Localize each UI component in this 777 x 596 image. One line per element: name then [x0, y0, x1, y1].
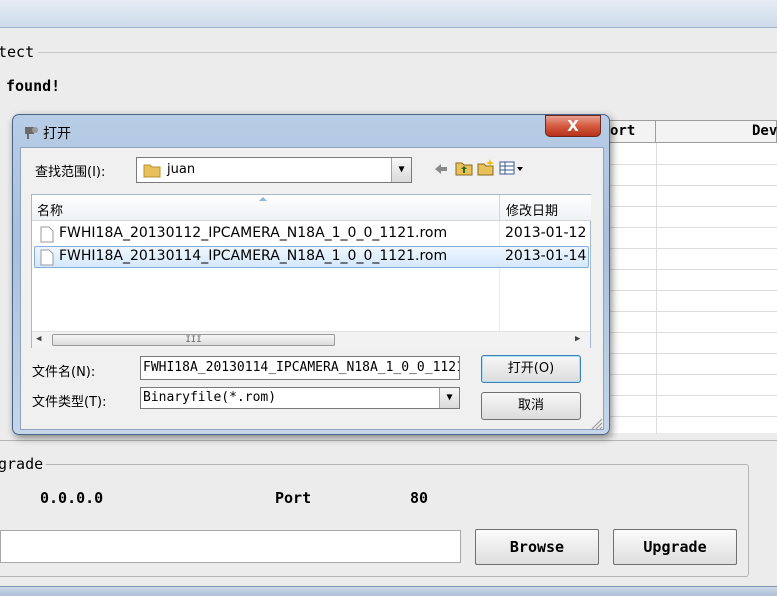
close-button[interactable]: X: [545, 115, 601, 137]
grid-line: [598, 332, 777, 333]
grid-line: [598, 185, 777, 186]
look-in-label: 查找范围(I):: [35, 165, 106, 180]
filetype-select[interactable]: Binaryfile(*.rom) ▼: [140, 387, 460, 409]
port-label: Port: [275, 489, 312, 507]
view-menu-icon[interactable]: [499, 160, 525, 176]
grid-header-device[interactable]: Dev: [656, 121, 777, 143]
folder-icon: [143, 164, 161, 178]
detect-group-border: [38, 52, 777, 53]
scroll-thumb[interactable]: III: [52, 334, 335, 346]
file-icon: [40, 249, 54, 266]
grid-line: [598, 206, 777, 207]
scroll-right-icon[interactable]: ▶: [575, 334, 580, 344]
chevron-down-icon[interactable]: ▼: [439, 388, 459, 408]
grid-line: [598, 290, 777, 291]
column-header-name[interactable]: 名称: [37, 200, 63, 219]
up-folder-icon[interactable]: [455, 160, 473, 176]
grid-line: [598, 248, 777, 249]
filetype-value: Binaryfile(*.rom): [143, 390, 277, 405]
back-arrow-icon[interactable]: [433, 161, 449, 177]
app-icon: [25, 127, 38, 139]
file-name: FWHI18A_20130112_IPCAMERA_N18A_1_0_0_112…: [59, 225, 448, 241]
file-date: 2013-01-14: [505, 248, 587, 264]
grid-line: [598, 227, 777, 228]
filetype-label: 文件类型(T):: [32, 395, 107, 410]
file-list-header: 名称 修改日期: [32, 195, 591, 221]
grid-line: [598, 311, 777, 312]
filename-input[interactable]: FWHI18A_20130114_IPCAMERA_N18A_1_0_0_112…: [140, 356, 460, 380]
column-header-date[interactable]: 修改日期: [506, 200, 558, 219]
port-value: 80: [410, 489, 429, 507]
firmware-path-input[interactable]: [0, 530, 461, 563]
horizontal-scrollbar[interactable]: ◀ III ▶: [32, 331, 590, 348]
file-name: FWHI18A_20130114_IPCAMERA_N18A_1_0_0_112…: [59, 248, 448, 264]
open-file-dialog: 打开 X 查找范围(I): juan ▼ 名称 修改日期 FWHI18A_201…: [12, 114, 610, 435]
sort-ascending-icon: [259, 197, 267, 201]
upgrade-group-title: grade: [0, 455, 47, 473]
chevron-down-icon[interactable]: ▼: [391, 158, 411, 182]
dialog-title: 打开: [43, 126, 71, 142]
new-folder-icon[interactable]: [477, 159, 495, 176]
scroll-grip: III: [185, 335, 202, 345]
grid-line: [598, 353, 777, 354]
grid-divider: [656, 143, 657, 434]
resize-grip-icon[interactable]: [589, 416, 603, 430]
close-icon: X: [567, 117, 579, 135]
grid-line: [598, 416, 777, 417]
filename-label: 文件名(N):: [32, 365, 96, 380]
file-list[interactable]: 名称 修改日期 FWHI18A_20130112_IPCAMERA_N18A_1…: [31, 194, 591, 348]
file-icon: [40, 226, 54, 243]
file-date: 2013-01-12: [505, 225, 587, 241]
upgrade-button[interactable]: Upgrade: [613, 529, 737, 565]
scroll-left-icon[interactable]: ◀: [36, 334, 41, 344]
file-row[interactable]: FWHI18A_20130112_IPCAMERA_N18A_1_0_0_112…: [34, 223, 589, 245]
browse-button[interactable]: Browse: [475, 529, 599, 565]
device-grid[interactable]: ort Dev: [598, 120, 777, 434]
grid-line: [598, 269, 777, 270]
grid-bottom-border: [0, 440, 777, 441]
grid-line: [598, 374, 777, 375]
look-in-value: juan: [167, 162, 196, 177]
file-row-selected[interactable]: FWHI18A_20130114_IPCAMERA_N18A_1_0_0_112…: [34, 246, 589, 268]
look-in-combobox[interactable]: juan ▼: [136, 157, 412, 183]
grid-line: [598, 164, 777, 165]
app-titlebar: [0, 0, 777, 28]
grid-line: [598, 395, 777, 396]
open-button[interactable]: 打开(O): [481, 355, 581, 383]
ip-value: 0.0.0.0: [40, 489, 104, 507]
cancel-button[interactable]: 取消: [481, 392, 581, 420]
column-divider: [499, 195, 500, 221]
taskbar-strip: [0, 586, 777, 596]
detect-group-title: tect: [0, 43, 35, 61]
dialog-body: 查找范围(I): juan ▼ 名称 修改日期 FWHI18A_20130112…: [20, 147, 604, 430]
status-text: found!: [6, 77, 61, 95]
